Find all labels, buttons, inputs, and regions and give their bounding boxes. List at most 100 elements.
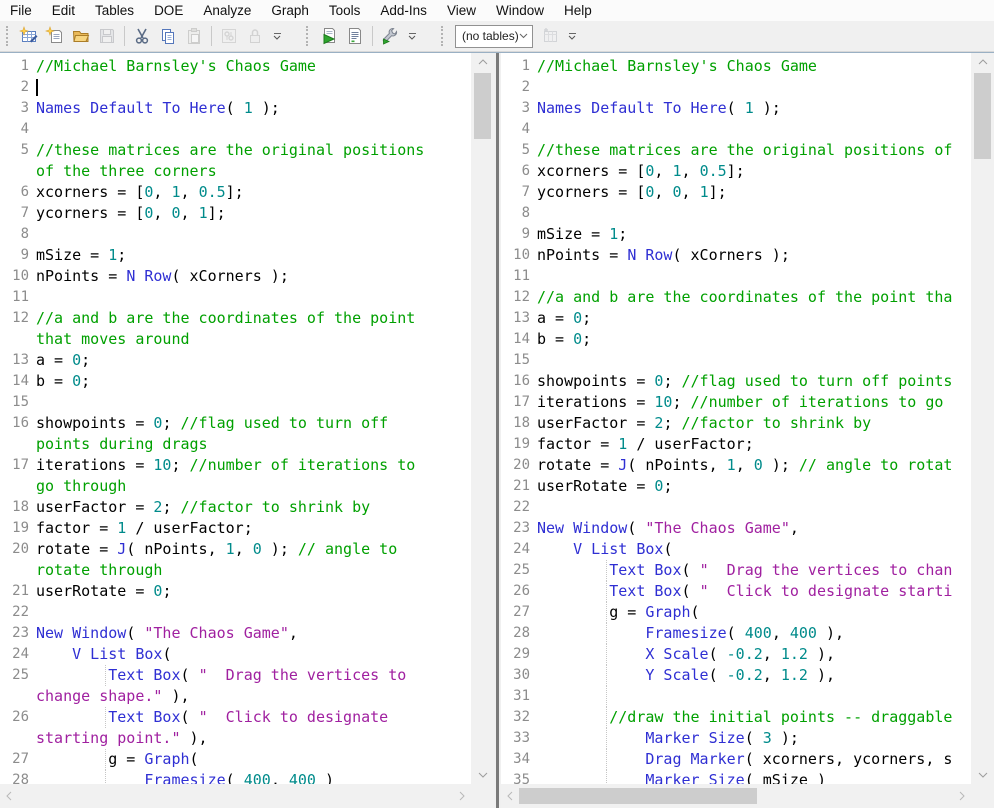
code-line[interactable]: 12//a and b are the coordinates of the p… — [0, 308, 471, 329]
menu-item-view[interactable]: View — [437, 1, 486, 20]
code-line[interactable]: 14b = 0; — [0, 371, 471, 392]
new-script-button[interactable] — [42, 23, 68, 49]
open-button[interactable] — [68, 23, 94, 49]
new-data-table-button[interactable] — [16, 23, 42, 49]
code-line[interactable]: 15 — [0, 392, 471, 413]
toolbar-grip[interactable] — [306, 26, 311, 46]
code-line[interactable]: 5//these matrices are the original posit… — [501, 140, 971, 161]
left-vertical-scrollbar[interactable] — [471, 53, 494, 784]
menu-item-analyze[interactable]: Analyze — [193, 1, 261, 20]
code-line[interactable]: 21userRotate = 0; — [0, 581, 471, 602]
cut-button[interactable] — [129, 23, 155, 49]
scrollbar-thumb[interactable] — [474, 73, 491, 139]
toolbar-grip[interactable] — [6, 26, 11, 46]
code-line[interactable]: 27 g = Graph( — [0, 749, 471, 770]
menu-item-file[interactable]: File — [0, 1, 42, 20]
code-line[interactable]: 32 //draw the initial points -- draggabl… — [501, 707, 971, 728]
code-line[interactable]: 20rotate = J( nPoints, 1, 0 ); // angle … — [501, 455, 971, 476]
code-line[interactable]: 6xcorners = [0, 1, 0.5]; — [0, 182, 471, 203]
code-line[interactable]: 13a = 0; — [501, 308, 971, 329]
scroll-down-arrow[interactable] — [471, 766, 494, 784]
code-line[interactable]: 28 Framesize( 400, 400 ) — [0, 770, 471, 784]
toolbar-overflow-button[interactable] — [406, 33, 418, 40]
code-line[interactable]: 26 Text Box( " Click to designate — [0, 707, 471, 728]
code-line[interactable]: 6xcorners = [0, 1, 0.5]; — [501, 161, 971, 182]
code-line[interactable]: 22 — [0, 602, 471, 623]
left-code-area[interactable]: 1//Michael Barnsley's Chaos Game23Names … — [0, 53, 471, 784]
code-line[interactable]: points during drags — [0, 434, 471, 455]
code-line[interactable]: 3Names Default To Here( 1 ); — [0, 98, 471, 119]
run-script-button[interactable] — [316, 23, 342, 49]
code-line[interactable]: 17iterations = 10; //number of iteration… — [501, 392, 971, 413]
scroll-up-arrow[interactable] — [971, 53, 994, 71]
code-line[interactable]: change shape." ), — [0, 686, 471, 707]
scrollbar-thumb[interactable] — [974, 73, 991, 159]
code-line[interactable]: 33 Marker Size( 3 ); — [501, 728, 971, 749]
menu-item-addins[interactable]: Add-Ins — [370, 1, 437, 20]
left-editor-pane[interactable]: 1//Michael Barnsley's Chaos Game23Names … — [0, 53, 494, 808]
code-line[interactable]: 25 Text Box( " Drag the vertices to — [0, 665, 471, 686]
code-line[interactable]: that moves around — [0, 329, 471, 350]
code-line[interactable]: 25 Text Box( " Drag the vertices to chan — [501, 560, 971, 581]
code-line[interactable]: 14b = 0; — [501, 329, 971, 350]
code-line[interactable]: 1//Michael Barnsley's Chaos Game — [0, 56, 471, 77]
code-line[interactable]: 2 — [0, 77, 471, 98]
code-line[interactable]: 12//a and b are the coordinates of the p… — [501, 287, 971, 308]
right-editor-pane[interactable]: 1//Michael Barnsley's Chaos Game23Names … — [501, 53, 994, 808]
code-line[interactable]: 19factor = 1 / userFactor; — [501, 434, 971, 455]
scroll-left-arrow[interactable] — [501, 784, 519, 808]
scroll-right-arrow[interactable] — [953, 784, 971, 808]
code-line[interactable]: 8 — [501, 203, 971, 224]
code-line[interactable]: 7ycorners = [0, 0, 1]; — [501, 182, 971, 203]
code-line[interactable]: 20rotate = J( nPoints, 1, 0 ); // angle … — [0, 539, 471, 560]
code-line[interactable]: 27 g = Graph( — [501, 602, 971, 623]
code-line[interactable]: 15 — [501, 350, 971, 371]
right-code-area[interactable]: 1//Michael Barnsley's Chaos Game23Names … — [501, 53, 971, 784]
copy-button[interactable] — [155, 23, 181, 49]
code-line[interactable]: 16showpoints = 0; //flag used to turn of… — [501, 371, 971, 392]
code-line[interactable]: 4 — [501, 119, 971, 140]
code-line[interactable]: of the three corners — [0, 161, 471, 182]
pane-splitter[interactable] — [494, 53, 501, 808]
menu-item-help[interactable]: Help — [554, 1, 602, 20]
code-line[interactable]: 17iterations = 10; //number of iteration… — [0, 455, 471, 476]
code-line[interactable]: 8 — [0, 224, 471, 245]
menu-item-tools[interactable]: Tools — [319, 1, 371, 20]
code-line[interactable]: 23New Window( "The Chaos Game", — [0, 623, 471, 644]
code-line[interactable]: 7ycorners = [0, 0, 1]; — [0, 203, 471, 224]
toolbar-overflow-button[interactable] — [271, 33, 283, 40]
menu-item-window[interactable]: Window — [486, 1, 554, 20]
scrollbar-thumb[interactable] — [519, 788, 757, 804]
menu-item-doe[interactable]: DOE — [144, 1, 193, 20]
right-vertical-scrollbar[interactable] — [971, 53, 994, 784]
code-line[interactable]: 3Names Default To Here( 1 ); — [501, 98, 971, 119]
code-line[interactable]: go through — [0, 476, 471, 497]
left-horizontal-scrollbar[interactable] — [0, 784, 471, 808]
code-line[interactable]: 9mSize = 1; — [501, 224, 971, 245]
menu-item-tables[interactable]: Tables — [85, 1, 144, 20]
scroll-right-arrow[interactable] — [453, 784, 471, 808]
code-line[interactable]: 10nPoints = N Row( xCorners ); — [0, 266, 471, 287]
code-line[interactable]: 10nPoints = N Row( xCorners ); — [501, 245, 971, 266]
code-line[interactable]: 26 Text Box( " Click to designate starti — [501, 581, 971, 602]
scroll-up-arrow[interactable] — [471, 53, 494, 71]
scroll-left-arrow[interactable] — [0, 784, 18, 808]
code-line[interactable]: 34 Drag Marker( xcorners, ycorners, s — [501, 749, 971, 770]
code-line[interactable]: 22 — [501, 497, 971, 518]
code-line[interactable]: 23New Window( "The Chaos Game", — [501, 518, 971, 539]
toolbar-grip[interactable] — [441, 26, 446, 46]
code-line[interactable]: 11 — [0, 287, 471, 308]
code-line[interactable]: 31 — [501, 686, 971, 707]
scroll-down-arrow[interactable] — [971, 766, 994, 784]
code-line[interactable]: 24 V List Box( — [0, 644, 471, 665]
menu-item-edit[interactable]: Edit — [42, 1, 85, 20]
code-line[interactable]: 21userRotate = 0; — [501, 476, 971, 497]
code-line[interactable]: 29 X Scale( -0.2, 1.2 ), — [501, 644, 971, 665]
code-line[interactable]: 9mSize = 1; — [0, 245, 471, 266]
code-line[interactable]: 19factor = 1 / userFactor; — [0, 518, 471, 539]
code-line[interactable]: 5//these matrices are the original posit… — [0, 140, 471, 161]
debug-script-button[interactable] — [377, 23, 403, 49]
code-line[interactable]: rotate through — [0, 560, 471, 581]
code-line[interactable]: 13a = 0; — [0, 350, 471, 371]
code-line[interactable]: 35 Marker Size( mSize ) — [501, 770, 971, 784]
